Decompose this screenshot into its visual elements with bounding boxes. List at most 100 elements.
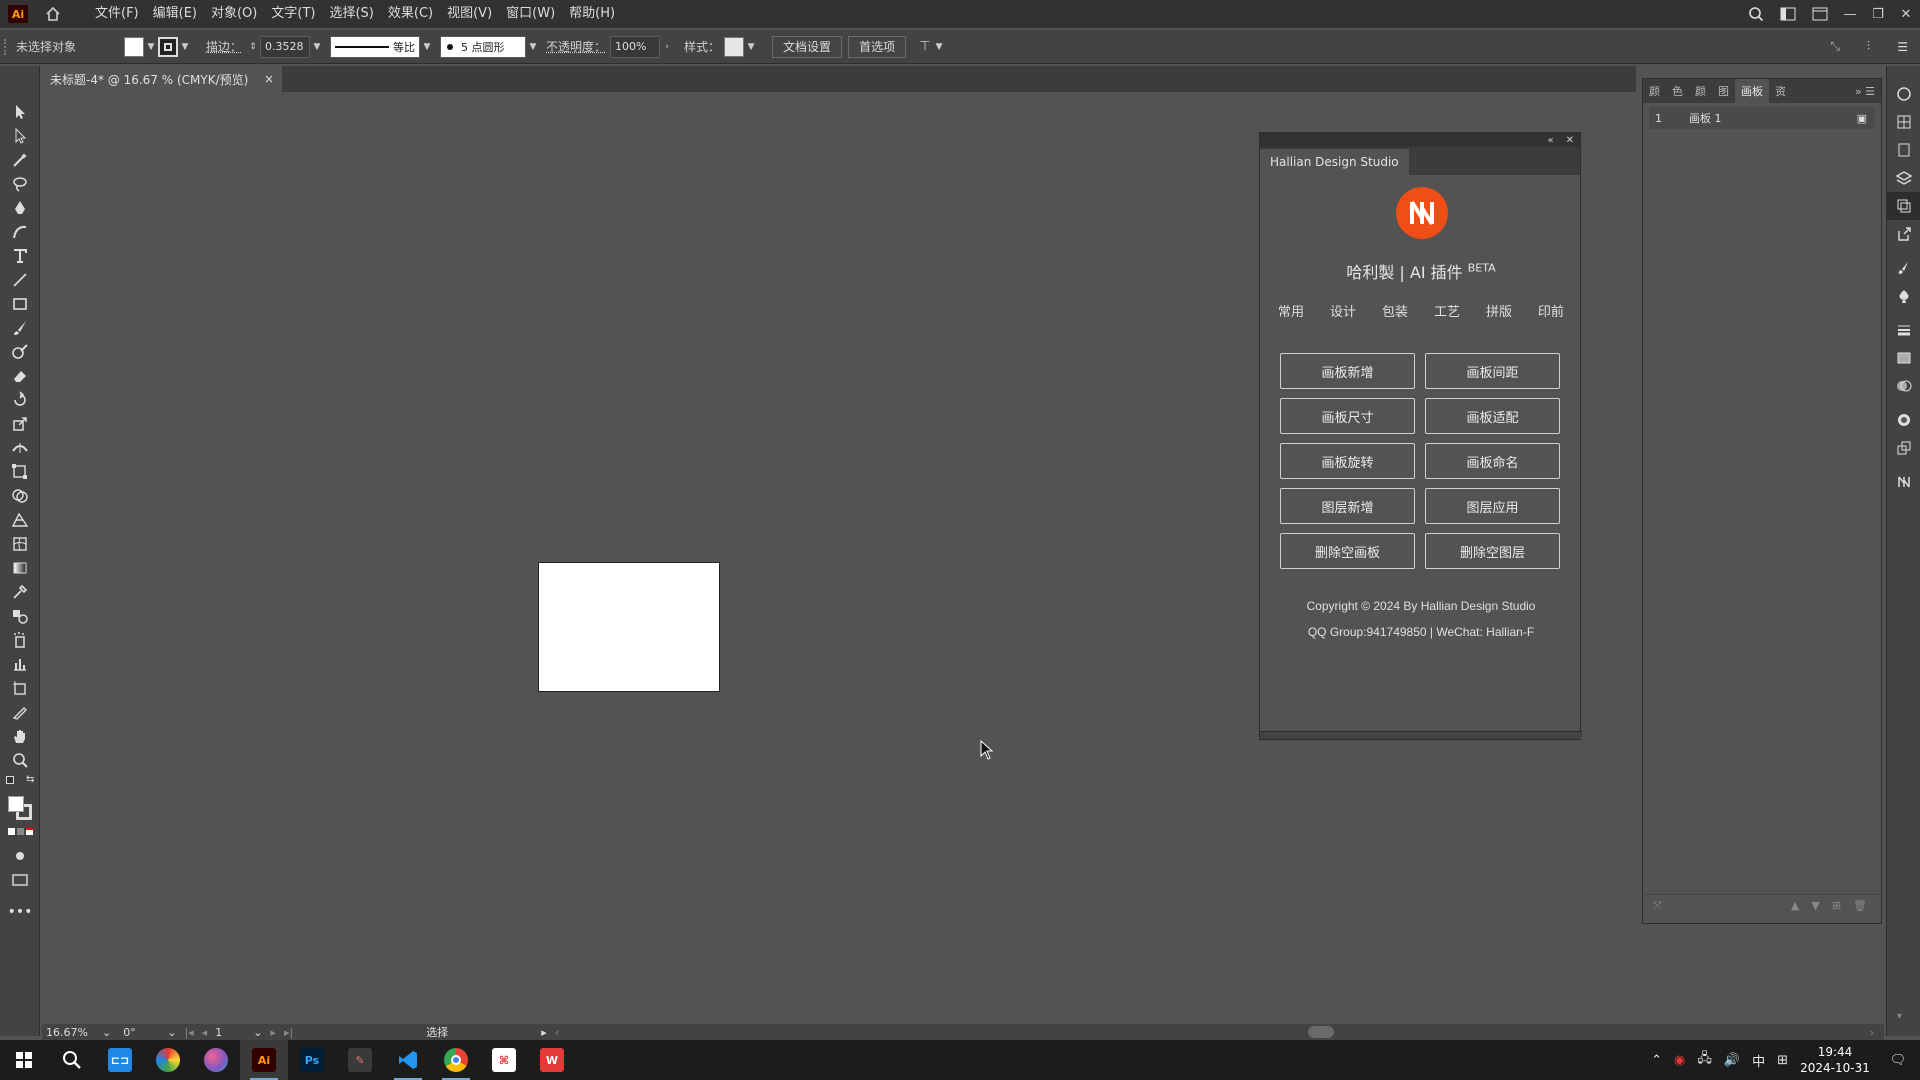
menu-select[interactable]: 选择(S) bbox=[322, 0, 380, 28]
last-artboard-icon[interactable]: ▸| bbox=[280, 1025, 297, 1039]
perspective-grid-tool-icon[interactable] bbox=[0, 508, 40, 532]
magic-wand-tool-icon[interactable] bbox=[0, 148, 40, 172]
selection-tool-icon[interactable] bbox=[0, 100, 40, 124]
line-segment-tool-icon[interactable] bbox=[0, 268, 40, 292]
tab-layers[interactable]: 图 bbox=[1712, 79, 1735, 103]
fill-swatch[interactable] bbox=[124, 37, 144, 57]
color-panel-icon[interactable] bbox=[1887, 80, 1920, 108]
nav-packaging[interactable]: 包装 bbox=[1382, 301, 1408, 320]
artboards-panel-icon[interactable] bbox=[1887, 192, 1920, 220]
curvature-tool-icon[interactable] bbox=[0, 220, 40, 244]
menu-view[interactable]: 视图(V) bbox=[440, 0, 499, 28]
artboard-tool-icon[interactable] bbox=[0, 676, 40, 700]
opacity-label[interactable]: 不透明度： bbox=[546, 38, 606, 55]
chevron-down-icon[interactable]: ▼ bbox=[178, 42, 192, 52]
workspace-switcher-icon[interactable] bbox=[1772, 0, 1804, 28]
width-tool-icon[interactable] bbox=[0, 436, 40, 460]
restore-button[interactable]: ❐ bbox=[1864, 0, 1892, 28]
rotate-tool-icon[interactable] bbox=[0, 388, 40, 412]
panel-menu-icon[interactable]: » ☰ bbox=[1855, 85, 1881, 98]
tab-color[interactable]: 颜 bbox=[1643, 79, 1666, 103]
default-fill-stroke-icon[interactable] bbox=[6, 776, 14, 784]
minimize-button[interactable]: — bbox=[1836, 0, 1864, 28]
swap-fill-stroke-icon[interactable]: ⇆ bbox=[26, 774, 34, 785]
align-icon[interactable]: ⊤ bbox=[918, 39, 932, 54]
panel-resize-handle[interactable] bbox=[1260, 731, 1582, 739]
ime-mode-icon[interactable]: ⊞ bbox=[1771, 1053, 1794, 1068]
paintbrush-tool-icon[interactable] bbox=[0, 316, 40, 340]
scroll-down-icon[interactable]: ▾ bbox=[1897, 1011, 1902, 1022]
volume-icon[interactable]: 🔊 bbox=[1718, 1053, 1746, 1068]
menu-help[interactable]: 帮助(H) bbox=[562, 0, 622, 28]
artboard-rename-button[interactable]: 画板命名 bbox=[1425, 443, 1560, 479]
home-icon[interactable] bbox=[42, 3, 64, 25]
photoshop-icon[interactable]: Ps bbox=[288, 1040, 336, 1080]
artboard-options-icon[interactable]: ▣ bbox=[1857, 112, 1875, 125]
menu-file[interactable]: 文件(F) bbox=[88, 0, 146, 28]
ime-indicator[interactable]: 中 bbox=[1746, 1051, 1771, 1070]
app-icon-3[interactable] bbox=[192, 1040, 240, 1080]
layers-panel-icon[interactable] bbox=[1887, 164, 1920, 192]
chevron-down-icon[interactable]: ▼ bbox=[744, 42, 758, 52]
control-bar-grip[interactable] bbox=[4, 39, 12, 55]
zoom-input[interactable]: 16.67% bbox=[42, 1025, 98, 1039]
menu-effect[interactable]: 效果(C) bbox=[381, 0, 440, 28]
chevron-down-icon[interactable]: ▼ bbox=[526, 42, 540, 52]
shaper-tool-icon[interactable] bbox=[0, 340, 40, 364]
notifications-icon[interactable]: 🗨 bbox=[1876, 1053, 1920, 1068]
nav-design[interactable]: 设计 bbox=[1330, 301, 1356, 320]
nav-imposition[interactable]: 拼版 bbox=[1486, 301, 1512, 320]
app-icon-1[interactable]: ⊏⊐ bbox=[96, 1040, 144, 1080]
search-icon[interactable] bbox=[1740, 0, 1772, 28]
fill-color-swatch[interactable] bbox=[8, 796, 24, 812]
acrobat-icon[interactable]: ⌘ bbox=[480, 1040, 528, 1080]
stepper-icon[interactable]: ⇕ bbox=[246, 42, 260, 52]
artboard-number-input[interactable]: 1 bbox=[211, 1025, 249, 1039]
delete-empty-artboards-button[interactable]: 删除空画板 bbox=[1280, 533, 1415, 569]
appearance-panel-icon[interactable] bbox=[1887, 406, 1920, 434]
transform-icon[interactable]: ⤡ bbox=[1830, 39, 1840, 54]
apply-layer-button[interactable]: 图层应用 bbox=[1425, 488, 1560, 524]
blend-tool-icon[interactable] bbox=[0, 604, 40, 628]
eraser-tool-icon[interactable] bbox=[0, 364, 40, 388]
hand-tool-icon[interactable] bbox=[0, 724, 40, 748]
menu-edit[interactable]: 编辑(E) bbox=[146, 0, 204, 28]
delete-artboard-icon[interactable]: 🗑 bbox=[1853, 899, 1867, 912]
gradient-icon[interactable] bbox=[17, 828, 24, 835]
nav-prepress[interactable]: 印前 bbox=[1538, 301, 1564, 320]
lasso-tool-icon[interactable] bbox=[0, 172, 40, 196]
app-icon-4[interactable]: ✎ bbox=[336, 1040, 384, 1080]
close-window-button[interactable]: ✕ bbox=[1892, 0, 1920, 28]
show-hidden-icons-icon[interactable]: ⌃ bbox=[1645, 1053, 1668, 1068]
swatches-panel-icon[interactable] bbox=[1887, 108, 1920, 136]
close-icon[interactable]: × bbox=[264, 72, 274, 86]
nav-common[interactable]: 常用 bbox=[1278, 301, 1304, 320]
record-icon[interactable]: ◉ bbox=[1668, 1053, 1691, 1068]
collapse-panel-icon[interactable]: « bbox=[1547, 135, 1553, 146]
start-icon[interactable] bbox=[0, 1040, 48, 1080]
libraries-panel-icon[interactable] bbox=[1887, 136, 1920, 164]
scale-tool-icon[interactable] bbox=[0, 412, 40, 436]
gradient-panel-icon[interactable] bbox=[1887, 344, 1920, 372]
rectangle-tool-icon[interactable] bbox=[0, 292, 40, 316]
free-transform-tool-icon[interactable] bbox=[0, 460, 40, 484]
artboard-list-item[interactable]: 1 画板 1 ▣ bbox=[1649, 107, 1875, 129]
graphic-style-swatch[interactable] bbox=[724, 37, 744, 57]
chevron-right-icon[interactable]: › bbox=[660, 42, 674, 52]
brushes-panel-icon[interactable] bbox=[1887, 254, 1920, 282]
chrome-icon[interactable] bbox=[432, 1040, 480, 1080]
chevron-down-icon[interactable]: ⌄ bbox=[249, 1025, 266, 1039]
chevron-down-icon[interactable]: ▼ bbox=[144, 42, 158, 52]
plugin-tab[interactable]: Hallian Design Studio bbox=[1260, 149, 1409, 175]
plugin-panel-icon[interactable] bbox=[1887, 468, 1920, 496]
menu-type[interactable]: 文字(T) bbox=[264, 0, 322, 28]
artboard-rotate-button[interactable]: 画板旋转 bbox=[1280, 443, 1415, 479]
rotation-input[interactable]: 0° bbox=[119, 1025, 163, 1039]
add-artboard-button[interactable]: 画板新增 bbox=[1280, 353, 1415, 389]
current-tool-status[interactable]: 选择 bbox=[337, 1025, 537, 1039]
shape-builder-tool-icon[interactable] bbox=[0, 484, 40, 508]
app-icon-2[interactable] bbox=[144, 1040, 192, 1080]
slice-tool-icon[interactable] bbox=[0, 700, 40, 724]
artboard-spacing-button[interactable]: 画板间距 bbox=[1425, 353, 1560, 389]
arrange-documents-icon[interactable] bbox=[1804, 0, 1836, 28]
